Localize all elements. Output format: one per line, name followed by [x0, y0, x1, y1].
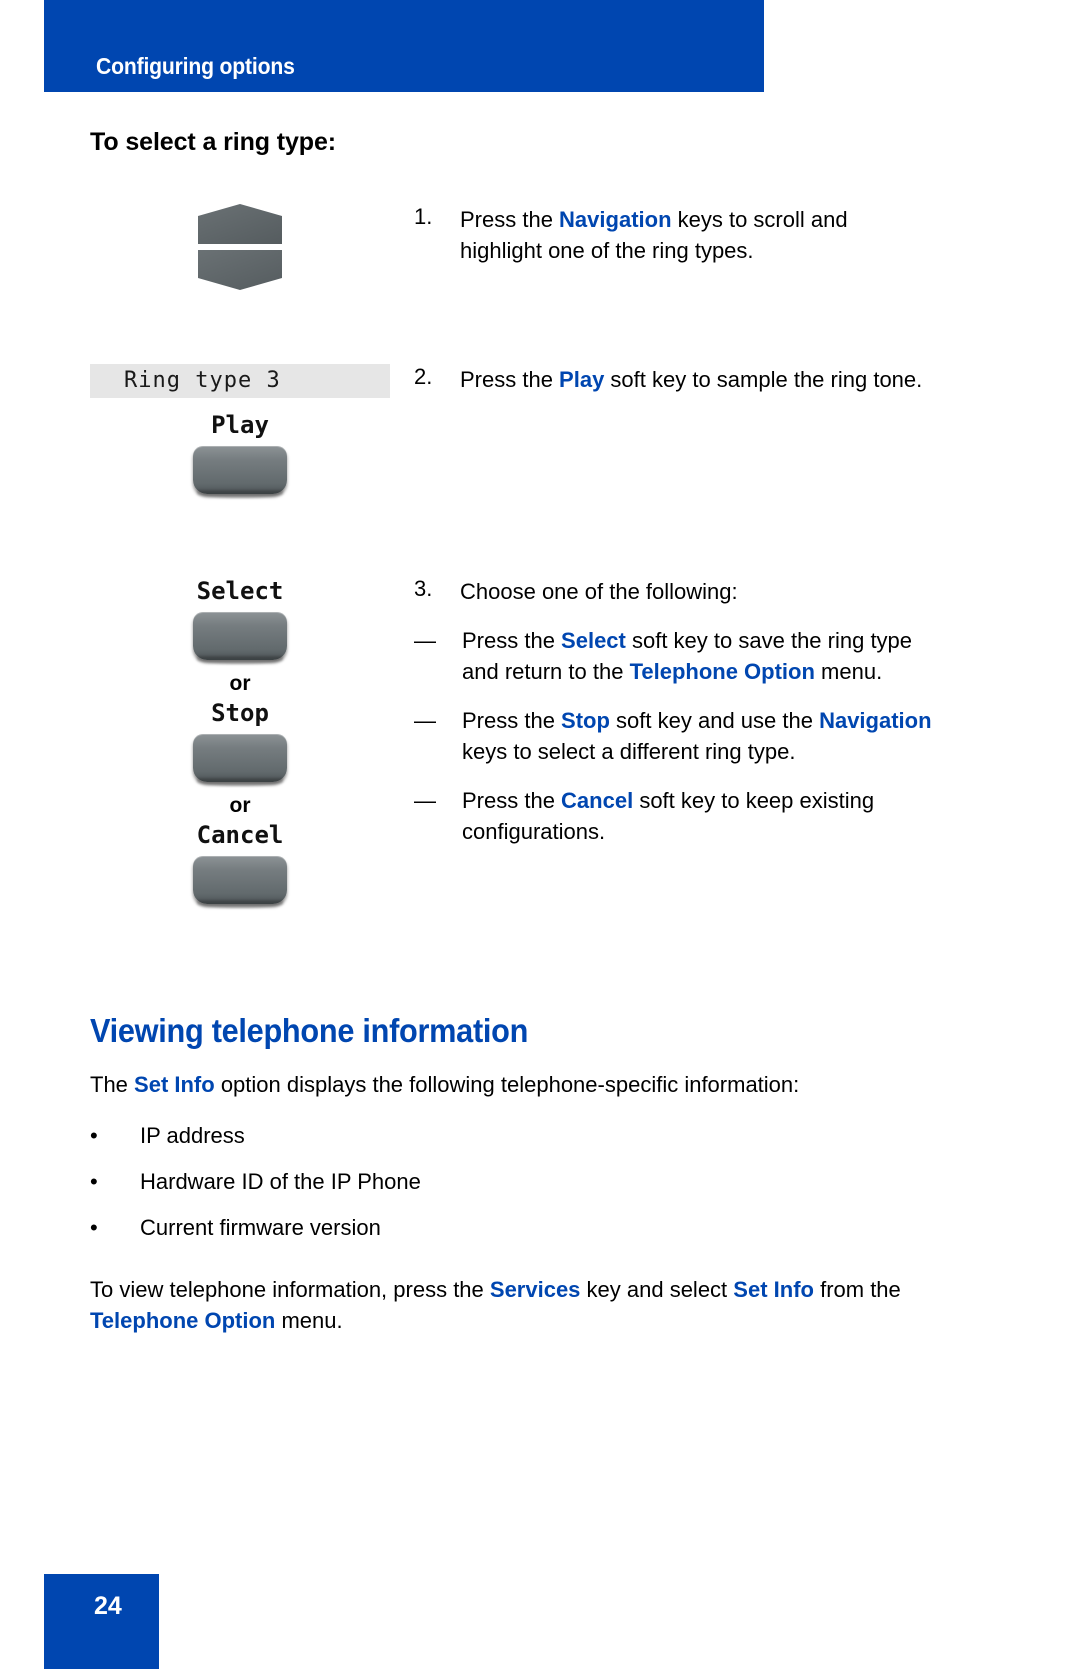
bullet-hardware-id-text: Hardware ID of the IP Phone — [140, 1169, 421, 1194]
navigation-down-key-icon[interactable] — [198, 250, 282, 290]
stop-softkey-button[interactable] — [193, 734, 287, 782]
step-3-text: 3. Choose one of the following: — Press … — [414, 576, 934, 847]
step-2-number: 2. — [414, 364, 433, 389]
bullet-hardware-id: • Hardware ID of the IP Phone — [90, 1166, 935, 1197]
choice-cancel: — Press the Cancel soft key to keep exis… — [414, 785, 934, 847]
stop-softkey-label: Stop — [211, 699, 269, 727]
section-closing-paragraph: To view telephone information, press the… — [90, 1277, 901, 1333]
choice-select: — Press the Select soft key to save the … — [414, 625, 934, 687]
running-header-bar: Configuring options — [44, 0, 764, 92]
step-3-choices: — Press the Select soft key to save the … — [414, 625, 934, 847]
navigation-keys-graphic — [198, 204, 282, 290]
step-3-artwork: Select or Stop or Cancel — [90, 576, 390, 904]
navigation-up-key-icon[interactable] — [198, 204, 282, 244]
play-softkey-label: Play — [211, 411, 269, 439]
procedure-title: To select a ring type: — [90, 128, 337, 156]
section-heading-viewing-telephone-information: Viewing telephone information — [90, 1012, 529, 1049]
step-1-artwork — [90, 204, 390, 290]
cancel-softkey-label: Cancel — [196, 821, 284, 849]
lcd-ring-type-value: Ring type 3 — [124, 368, 281, 393]
step-3-number: 3. — [414, 576, 433, 601]
section-intro-paragraph: The Set Info option displays the followi… — [90, 1072, 800, 1097]
play-softkey-button[interactable] — [193, 446, 287, 494]
em-dash-marker: — — [414, 788, 436, 813]
select-softkey-label: Select — [196, 577, 284, 605]
cancel-softkey-button[interactable] — [193, 856, 287, 904]
choice-select-text: Press the Select soft key to save the ri… — [462, 628, 913, 684]
choice-stop: — Press the Stop soft key and use the Na… — [414, 705, 934, 767]
step-2-artwork: Ring type 3 Play — [90, 364, 390, 494]
bullet-ip-address-text: IP address — [140, 1123, 245, 1148]
bullet-firmware-version-text: Current firmware version — [140, 1215, 381, 1240]
step-2-instruction: Press the Play soft key to sample the ri… — [460, 367, 923, 392]
choice-stop-text: Press the Stop soft key and use the Navi… — [462, 708, 932, 764]
lcd-display-bar: Ring type 3 — [90, 364, 390, 398]
em-dash-marker: — — [414, 628, 436, 653]
running-header-title: Configuring options — [96, 53, 295, 79]
step-3-instruction: Choose one of the following: — [460, 579, 738, 604]
page-number: 24 — [94, 1592, 122, 1620]
step-1-text: 1. Press the Navigation keys to scroll a… — [414, 204, 934, 266]
step-1-instruction: Press the Navigation keys to scroll and … — [460, 207, 848, 263]
em-dash-marker: — — [414, 708, 436, 733]
choice-cancel-text: Press the Cancel soft key to keep existi… — [462, 788, 875, 844]
step-1-number: 1. — [414, 204, 433, 229]
footer-page-bar: 24 — [44, 1574, 159, 1669]
bullet-marker-icon: • — [90, 1169, 98, 1194]
bullet-firmware-version: • Current firmware version — [90, 1212, 935, 1243]
step-2-text: 2. Press the Play soft key to sample the… — [414, 364, 934, 395]
bullet-marker-icon: • — [90, 1215, 98, 1240]
bullet-marker-icon: • — [90, 1123, 98, 1148]
or-separator-1: or — [229, 672, 251, 695]
or-separator-2: or — [229, 794, 251, 817]
select-softkey-button[interactable] — [193, 612, 287, 660]
bullet-ip-address: • IP address — [90, 1120, 935, 1151]
